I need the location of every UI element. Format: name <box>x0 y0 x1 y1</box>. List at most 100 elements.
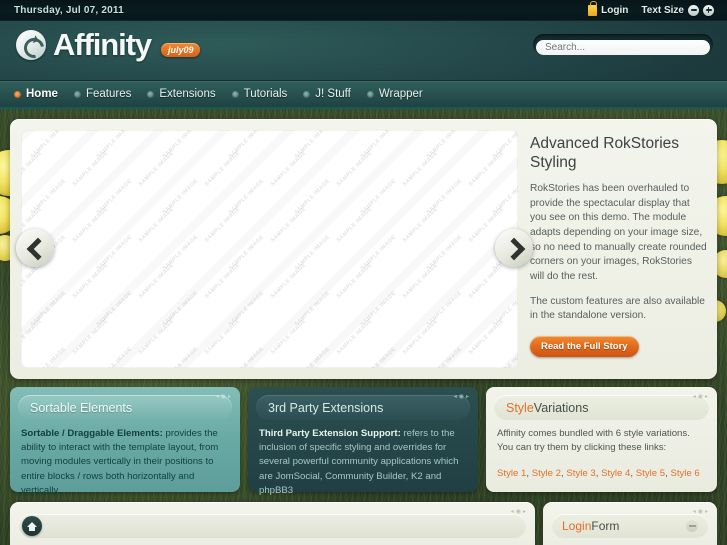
style-links-row: Style 1, Style 2, Style 3, Style 4, Styl… <box>497 468 700 480</box>
watermark-text: SAMPLE IMAGE <box>161 346 200 368</box>
bullet-icon <box>147 90 155 98</box>
bullet-icon <box>366 90 374 98</box>
module-controls[interactable]: ◂ ◉ ▸ <box>511 508 526 515</box>
sample-image-watermark: SAMPLE IMAGE SAMPLE IMAGE SAMPLE IMAGE SAMP… <box>21 130 518 368</box>
feature-lead: Third Party Extension Support: <box>259 428 401 439</box>
watermark-text: SAMPLE IMAGE <box>21 262 44 300</box>
story-paragraph: The custom features are also available i… <box>530 295 705 322</box>
nav-item-tutorials[interactable]: Tutorials <box>231 88 287 100</box>
watermark-text: SAMPLE IMAGE <box>335 318 374 356</box>
feature-title-accent: Style <box>506 400 534 415</box>
nav-label: J! Stuff <box>315 88 351 100</box>
text-size-label: Text Size <box>641 4 684 16</box>
module-controls[interactable]: ◂ ◉ ▸ <box>454 393 469 400</box>
watermark-text: SAMPLE IMAGE <box>71 206 110 244</box>
module-controls[interactable]: ◂ ◉ ▸ <box>216 393 231 400</box>
watermark-text: SAMPLE IMAGE <box>203 262 242 300</box>
read-full-story-button[interactable]: Read the Full Story <box>530 336 639 357</box>
watermark-text: SAMPLE IMAGE <box>71 318 110 356</box>
site-header: Affinity july09 <box>0 21 727 81</box>
feature-box-body: Third Party Extension Support: refers to… <box>256 427 470 498</box>
style-link-1[interactable]: Style 1 <box>497 468 526 479</box>
watermark-text: SAMPLE IMAGE <box>269 206 308 244</box>
lock-icon <box>588 0 598 16</box>
collapse-icon[interactable] <box>686 520 698 532</box>
style-link-5[interactable]: Style 5 <box>636 468 665 479</box>
nav-label: Wrapper <box>378 88 423 100</box>
home-icon[interactable] <box>22 516 42 536</box>
nav-item-extensions[interactable]: Extensions <box>147 88 216 100</box>
bottom-left-bar <box>19 514 526 538</box>
style-link-2[interactable]: Style 2 <box>532 468 561 479</box>
story-image-placeholder: SAMPLE IMAGE SAMPLE IMAGE SAMPLE IMAGE SAMP… <box>21 130 518 368</box>
watermark-text: SAMPLE IMAGE <box>467 262 506 300</box>
bullet-icon <box>14 90 21 98</box>
watermark-text: SAMPLE IMAGE <box>401 262 440 300</box>
login-form-accent: Login <box>562 519 592 533</box>
feature-lead: Sortable / Draggable Elements: <box>21 428 163 439</box>
current-date: Thursday, Jul 07, 2011 <box>14 4 124 16</box>
feature-box-third-party-extensions: ◂ ◉ ▸ 3rd Party Extensions Third Party Ext… <box>248 387 478 496</box>
watermark-text: SAMPLE IMAGE <box>21 318 44 356</box>
top-utility-bar: Thursday, Jul 07, 2011 Login Text Size <box>0 0 727 21</box>
search-container <box>533 34 713 55</box>
watermark-text: SAMPLE IMAGE <box>137 262 176 300</box>
site-logo[interactable]: Affinity july09 <box>16 29 201 60</box>
watermark-text: SAMPLE IMAGE <box>71 150 110 188</box>
watermark-text: SAMPLE IMAGE <box>492 346 518 368</box>
logo-badge: july09 <box>160 42 201 57</box>
feature-text: Affinity comes bundled with 6 style vari… <box>497 428 690 454</box>
watermark-text: SAMPLE IMAGE <box>21 150 44 188</box>
style-link-4[interactable]: Style 4 <box>601 468 630 479</box>
feature-box-title: Style Variations <box>494 395 709 420</box>
rokstories-showcase: SAMPLE IMAGE SAMPLE IMAGE SAMPLE IMAGE SAMP… <box>10 119 717 379</box>
nav-label: Home <box>26 88 58 100</box>
plus-circle-icon[interactable] <box>703 4 714 16</box>
watermark-text: SAMPLE IMAGE <box>203 206 242 244</box>
minus-circle-icon[interactable] <box>688 4 699 16</box>
bullet-icon <box>73 90 81 98</box>
watermark-text: SAMPLE IMAGE <box>467 318 506 356</box>
feature-box-title: Sortable Elements <box>18 395 232 420</box>
watermark-text: SAMPLE IMAGE <box>137 150 176 188</box>
bullet-icon <box>231 90 239 98</box>
main-navigation: Home Features Extensions Tutorials J! St… <box>0 81 727 109</box>
watermark-text: SAMPLE IMAGE <box>425 346 464 368</box>
nav-item-home[interactable]: Home <box>14 88 58 100</box>
story-body: RokStories has been overhauled to provid… <box>530 182 708 324</box>
login-label: Login <box>601 4 629 16</box>
watermark-text: SAMPLE IMAGE <box>401 150 440 188</box>
nav-item-features[interactable]: Features <box>73 88 132 100</box>
watermark-text: SAMPLE IMAGE <box>203 150 242 188</box>
login-form-rest: Form <box>591 519 620 533</box>
chevron-right-icon[interactable] <box>495 229 533 267</box>
style-link-3[interactable]: Style 3 <box>566 468 595 479</box>
text-size-controls: Text Size <box>641 4 714 16</box>
feature-box-body: Sortable / Draggable Elements: provides … <box>18 427 232 498</box>
feature-box-body: Affinity comes bundled with 6 style vari… <box>494 427 709 482</box>
watermark-text: SAMPLE IMAGE <box>269 262 308 300</box>
login-link[interactable]: Login <box>588 0 629 16</box>
watermark-text: SAMPLE IMAGE <box>401 206 440 244</box>
feature-box-sortable-elements: ◂ ◉ ▸ Sortable Elements Sortable / Draggab… <box>10 387 240 496</box>
watermark-text: SAMPLE IMAGE <box>95 346 134 368</box>
story-paragraph: RokStories has been overhauled to provid… <box>530 182 707 282</box>
feature-box-title: 3rd Party Extensions <box>256 395 470 420</box>
topbar-actions: Login Text Size <box>588 0 714 16</box>
watermark-text: SAMPLE IMAGE <box>227 346 266 368</box>
nav-item-j-stuff[interactable]: J! Stuff <box>303 88 351 100</box>
login-form-header: Login Form <box>552 514 708 538</box>
watermark-text: SAMPLE IMAGE <box>269 150 308 188</box>
watermark-text: SAMPLE IMAGE <box>359 346 398 368</box>
bullet-icon <box>303 90 311 98</box>
nav-item-wrapper[interactable]: Wrapper <box>366 88 423 100</box>
module-controls[interactable]: ◂ ◉ ▸ <box>693 508 708 515</box>
circular-arrow-icon <box>16 29 46 60</box>
watermark-text: SAMPLE IMAGE <box>293 346 332 368</box>
module-controls[interactable]: ◂ ◉ ▸ <box>693 393 708 400</box>
style-link-6[interactable]: Style 6 <box>670 468 699 479</box>
search-input[interactable] <box>536 40 710 55</box>
chevron-left-icon[interactable] <box>16 229 54 267</box>
nav-label: Extensions <box>159 88 216 100</box>
nav-label: Features <box>85 88 132 100</box>
